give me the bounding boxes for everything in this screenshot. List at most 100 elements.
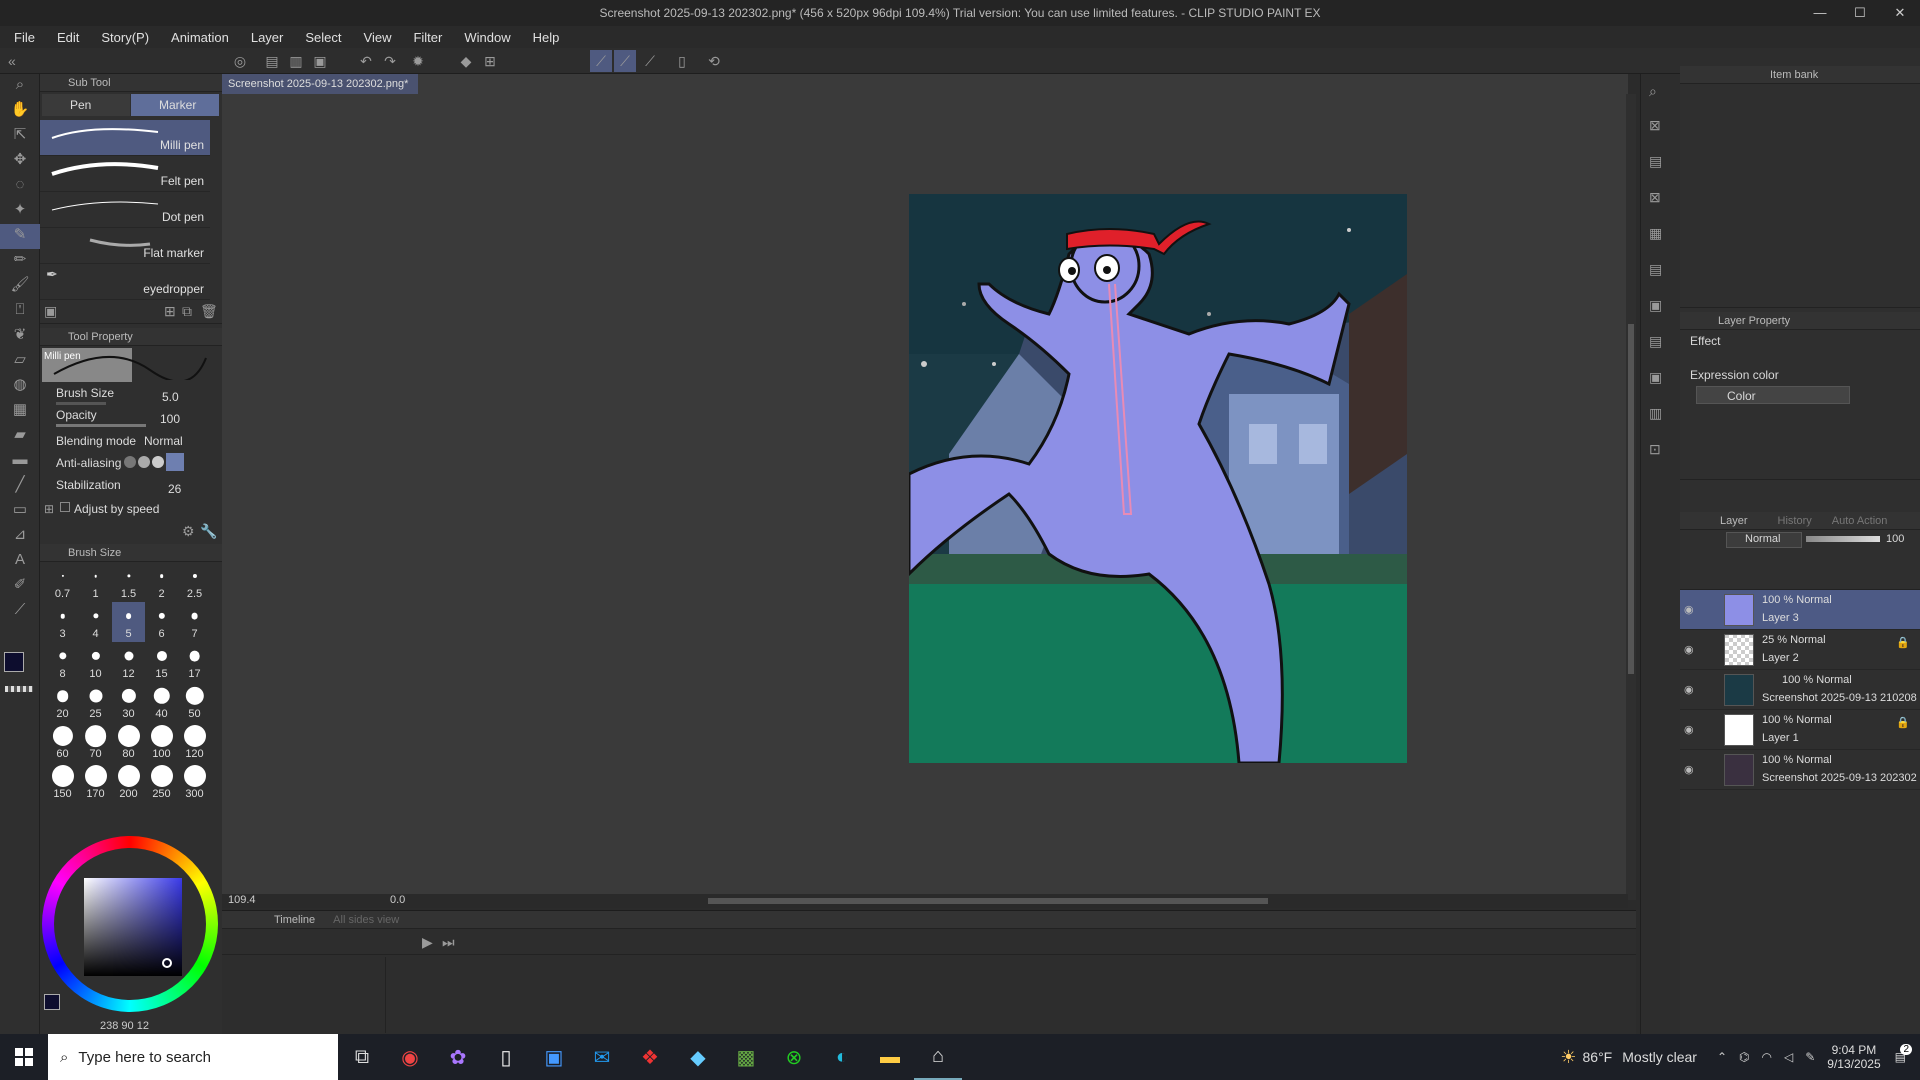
color-picker-cursor[interactable] [162,958,172,968]
menu-layer[interactable]: Layer [251,30,284,45]
brush-size-3[interactable]: 3 [46,602,79,642]
aa-medium-icon[interactable] [152,456,164,468]
brush-size-row[interactable]: Brush Size 5.0 [40,384,222,406]
frame-icon[interactable]: ▭ [0,499,40,524]
menu-file[interactable]: File [14,30,35,45]
brush-size-120[interactable]: 120 [178,722,211,762]
add-subtool-icon[interactable]: ⊞ [164,300,176,322]
copy-subtool-icon[interactable]: ⧉ [182,300,192,322]
redo-icon[interactable]: ↷ [380,50,400,72]
tab-auto-action[interactable]: Auto Action [1832,515,1888,527]
taskbar-search[interactable]: ⌕ Type here to search [48,1034,338,1080]
lock-icon[interactable]: 🔒 [1896,636,1910,649]
clock[interactable]: 9:04 PM 9/13/2025 [1827,1043,1880,1071]
tab-pen[interactable]: Pen [42,94,130,116]
undo-icon[interactable]: ↶ [356,50,376,72]
visibility-eye-icon[interactable]: ◉ [1684,603,1694,616]
pen-icon[interactable]: ✎ [1805,1050,1815,1064]
blending-mode-row[interactable]: Blending mode Normal [40,428,222,450]
save-icon[interactable]: ▣ [310,50,330,72]
clear-icon[interactable]: ✹ [408,50,428,72]
layer-opacity-slider[interactable] [1806,536,1880,542]
menu-select[interactable]: Select [305,30,341,45]
brush-size-5[interactable]: 5 [112,602,145,642]
edge-icon[interactable]: ◐ [818,1034,866,1080]
brush-size-10[interactable]: 10 [79,642,112,682]
minimize-button[interactable]: — [1800,0,1840,26]
lasso-icon[interactable]: ◌ [0,174,40,199]
close-button[interactable]: ✕ [1880,0,1920,26]
brush-size-30[interactable]: 30 [112,682,145,722]
balloon-icon[interactable]: ✐ [0,574,40,599]
volume-icon[interactable]: ◁ [1784,1050,1793,1064]
brush-size-7[interactable]: 7 [178,602,211,642]
chrome-icon[interactable]: ◉ [386,1034,434,1080]
brush-size-170[interactable]: 170 [79,762,112,802]
menu-filter[interactable]: Filter [413,30,442,45]
fill-tool-icon[interactable]: ▦ [0,399,40,424]
brush-size-40[interactable]: 40 [145,682,178,722]
brush-size-6[interactable]: 6 [145,602,178,642]
brush-size-20[interactable]: 20 [46,682,79,722]
layer-row-3[interactable]: ◉ 100 % Normal Layer 3 [1680,590,1920,630]
brush-flat-marker[interactable]: Flat marker [40,228,210,264]
brush-size-80[interactable]: 80 [112,722,145,762]
visibility-eye-icon[interactable]: ◉ [1684,763,1694,776]
menu-animation[interactable]: Animation [171,30,229,45]
explorer-icon[interactable]: ▬ [866,1034,914,1080]
notification-icon[interactable]: ▤ 2 [1895,1044,1912,1064]
pencil-tool-icon[interactable]: ✏ [0,249,40,274]
brush-size-1[interactable]: 1 [79,562,112,602]
open-file-icon[interactable]: ▥ [286,50,306,72]
visibility-eye-icon[interactable]: ◉ [1684,643,1694,656]
tab-marker[interactable]: Marker [131,94,219,116]
material-close-icon-2[interactable]: ⊠ [1649,186,1661,208]
navigator-icon[interactable]: ⌕ [1649,80,1657,102]
menu-edit[interactable]: Edit [57,30,79,45]
material-icon[interactable]: ▤ [1649,150,1662,172]
adjust-by-speed-row[interactable]: ⊞ Adjust by speed [40,498,222,520]
brush-size-200[interactable]: 200 [112,762,145,802]
lock-icon[interactable]: 🔒 [1896,716,1910,729]
zoom-tool-icon[interactable]: ⌕ [0,74,40,99]
collapse-left-icon[interactable]: « [8,50,16,72]
fill-icon[interactable]: ◆ [456,50,476,72]
brush-size-250[interactable]: 250 [145,762,178,802]
brush-size-1-5[interactable]: 1.5 [112,562,145,602]
vertical-scrollbar[interactable] [1626,94,1636,900]
layer-blend-dropdown[interactable]: Normal [1726,532,1802,548]
visibility-eye-icon[interactable]: ◉ [1684,723,1694,736]
layer-opacity-value[interactable]: 100 [1886,533,1904,545]
tab-history[interactable]: History [1778,515,1812,527]
layer-row-1[interactable]: ◉ 100 % Normal Layer 1 🔒 [1680,710,1920,750]
companion-icon[interactable]: ▯ [672,50,692,72]
maximize-button[interactable]: ☐ [1840,0,1880,26]
anti-aliasing-row[interactable]: Anti-aliasing [40,450,222,476]
home-icon[interactable]: ◎ [230,50,250,72]
brush-size-2[interactable]: 2 [145,562,178,602]
play-icon[interactable]: ▶ [422,931,433,953]
brush-size-4[interactable]: 4 [79,602,112,642]
layer-row-screenshot-210208[interactable]: ◉ 100 % Normal Screenshot 2025-09-13 21020… [1680,670,1920,710]
aa-none-icon[interactable] [124,456,136,468]
material-image-icon[interactable]: ▣ [1649,294,1662,316]
adjust-speed-checkbox[interactable] [60,502,70,512]
brush-size-100[interactable]: 100 [145,722,178,762]
decoration-icon[interactable]: ❦ [0,324,40,349]
expression-color-dropdown[interactable]: Color [1696,386,1850,404]
brush-size-17[interactable]: 17 [178,642,211,682]
copilot-icon[interactable]: ✿ [434,1034,482,1080]
pen-tool-icon[interactable]: ✎ [0,224,40,249]
windows-start-icon[interactable] [0,1034,48,1080]
correct-line-icon[interactable]: ⟋ [0,599,40,624]
next-frame-icon[interactable]: ⏭ [442,931,455,953]
main-color-chip[interactable] [44,994,60,1010]
store-icon[interactable]: ▣ [530,1034,578,1080]
ruler-icon[interactable]: ⊿ [0,524,40,549]
aa-strong-icon[interactable] [166,453,184,471]
blend-dropdown[interactable]: Normal [144,434,183,448]
menu-story[interactable]: Story(P) [101,30,149,45]
brush-size-150[interactable]: 150 [46,762,79,802]
brush-size-25[interactable]: 25 [79,682,112,722]
layer-row-screenshot-202302[interactable]: ◉ 100 % Normal Screenshot 2025-09-13 20230… [1680,750,1920,790]
